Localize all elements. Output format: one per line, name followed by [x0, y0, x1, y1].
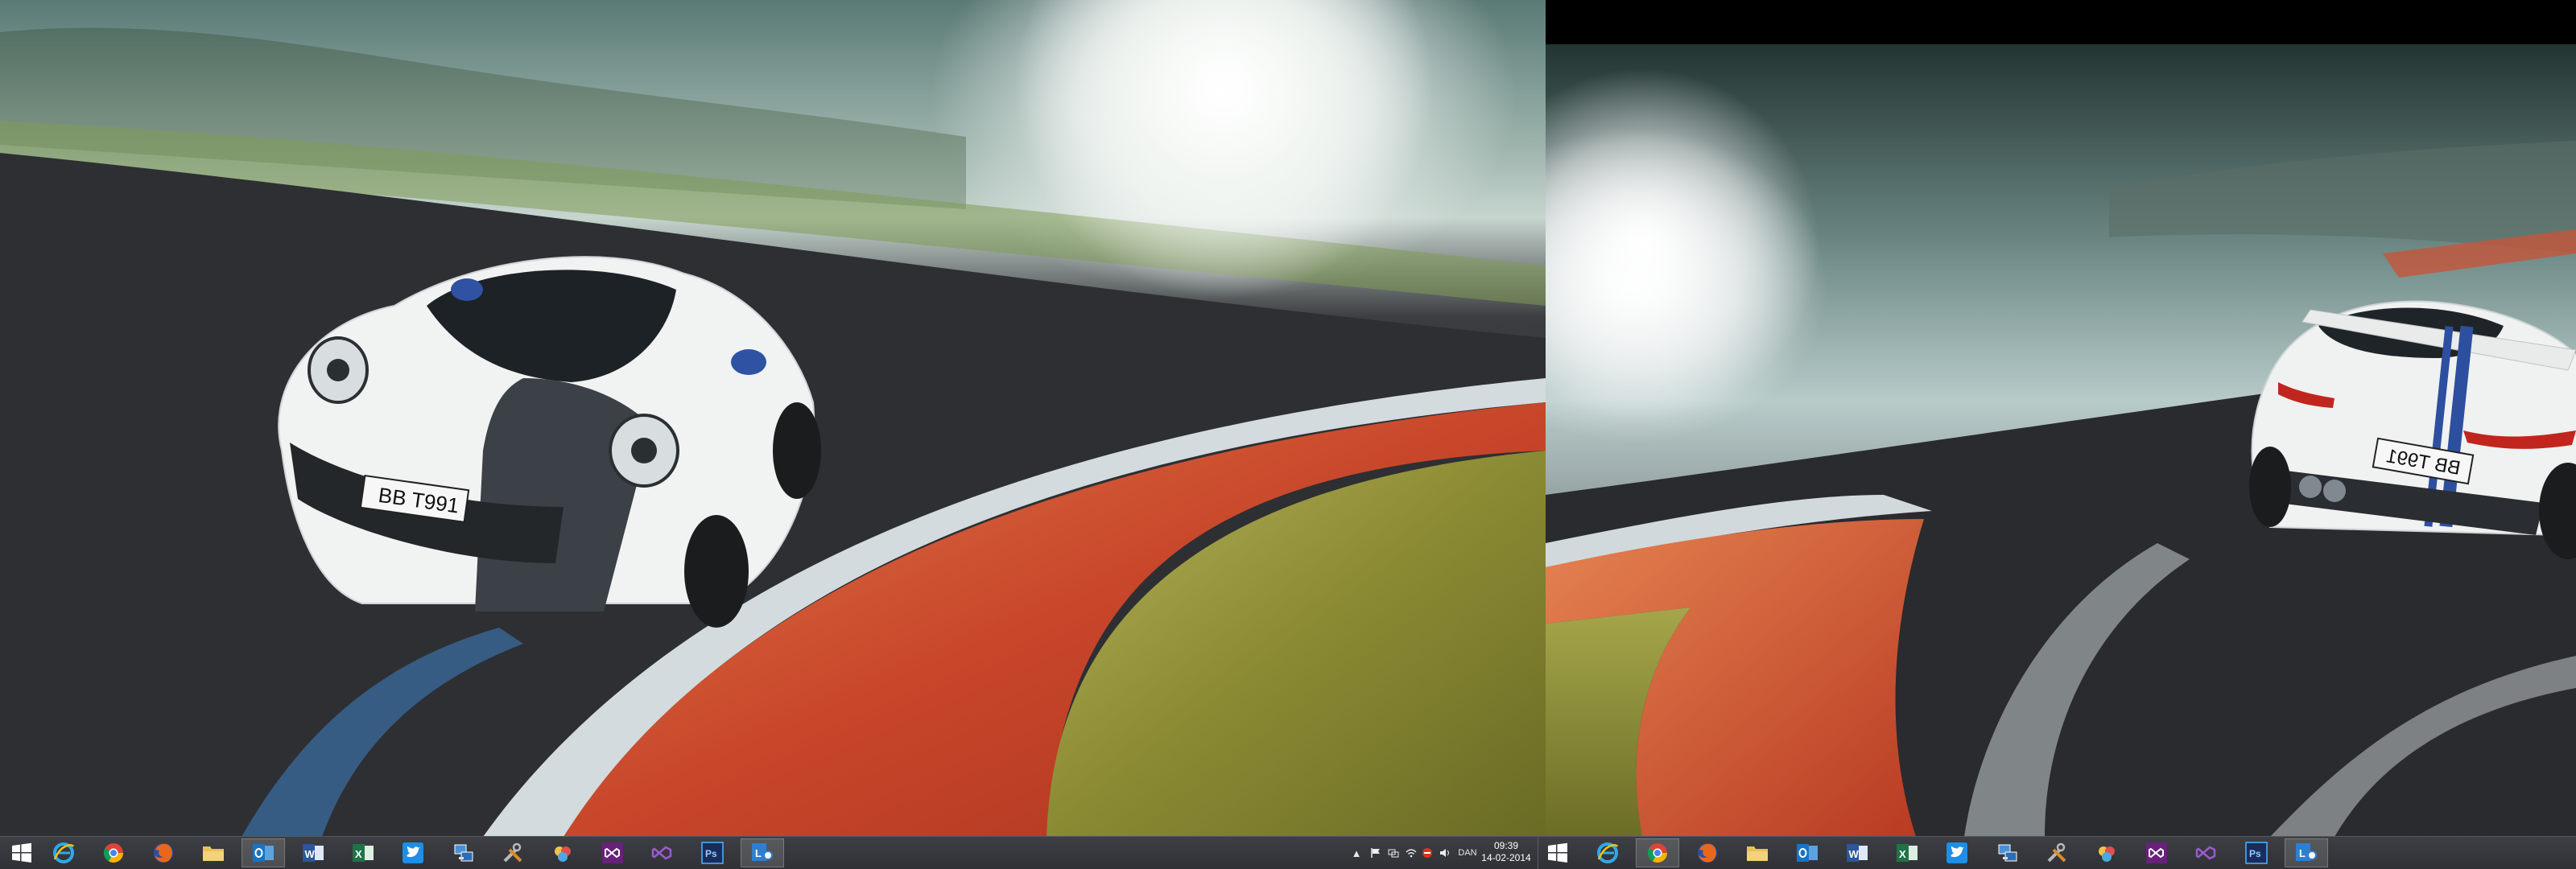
- taskbar-ie[interactable]: [42, 838, 85, 867]
- tools-icon: [2047, 842, 2066, 863]
- taskbar-chrome[interactable]: [92, 838, 135, 867]
- windows-logo-icon: [12, 842, 31, 863]
- photoshop-icon: Ps: [701, 842, 724, 864]
- photoshop-icon: Ps: [2245, 842, 2268, 864]
- windows-logo-icon: [1548, 842, 1567, 863]
- taskbar-right-outlook[interactable]: [1785, 838, 1829, 867]
- network-icon: [454, 844, 473, 862]
- taskbar-right-firefox[interactable]: [1686, 838, 1729, 867]
- taskbar-right-word[interactable]: W: [1835, 838, 1879, 867]
- start-button-right[interactable]: [1546, 838, 1579, 867]
- clock-time: 09:39: [1493, 840, 1519, 851]
- outlook-icon: [1797, 844, 1818, 862]
- twitter-icon: [1946, 842, 1967, 863]
- svg-text:X: X: [1899, 848, 1906, 860]
- firefox-icon: [154, 843, 173, 863]
- word-icon: W: [303, 844, 324, 862]
- start-button[interactable]: [0, 838, 43, 867]
- visual-studio-icon: [2146, 842, 2167, 863]
- network-tray-icon[interactable]: [1386, 837, 1401, 869]
- show-desktop-button[interactable]: [1538, 837, 1546, 869]
- taskbar-right-explorer[interactable]: [1736, 838, 1779, 867]
- volume-icon[interactable]: [1438, 837, 1452, 869]
- twitter-icon: [402, 842, 423, 863]
- taskbar-tools[interactable]: [491, 838, 535, 867]
- clock-date: 14-02-2014: [1481, 852, 1531, 863]
- taskbar-paint[interactable]: [541, 838, 584, 867]
- visual-studio-icon: [2195, 846, 2216, 860]
- taskbar-right: W X Ps L: [1546, 836, 2576, 869]
- lync-icon: L: [752, 843, 773, 861]
- outlook-icon: [253, 844, 274, 862]
- taskbar-explorer[interactable]: [192, 838, 235, 867]
- ie-icon: [53, 842, 75, 863]
- taskbar-network[interactable]: [441, 838, 485, 867]
- tools-icon: [503, 842, 522, 863]
- taskbar-visual-studio-2[interactable]: [641, 838, 684, 867]
- taskbar-firefox[interactable]: [142, 838, 185, 867]
- svg-text:Ps: Ps: [2249, 848, 2261, 859]
- visual-studio-icon: [602, 842, 623, 863]
- paint-icon: [2099, 846, 2115, 862]
- taskbar-right-ie[interactable]: [1586, 838, 1629, 867]
- folder-icon: [203, 846, 224, 861]
- wifi-icon[interactable]: [1404, 837, 1418, 869]
- right-car: BB T991: [2249, 300, 2576, 559]
- taskbar-visual-studio[interactable]: [591, 838, 634, 867]
- right-wallpaper-scene: BB T991: [1546, 68, 2576, 837]
- taskbar-right-twitter[interactable]: [1935, 838, 1979, 867]
- svg-text:W: W: [1849, 848, 1860, 860]
- chrome-icon: [1647, 843, 1667, 863]
- left-monitor: BB T991 W X Ps L ▲ DAN 09:39 14-02-2014: [0, 0, 1546, 869]
- taskbar-right-visual-studio[interactable]: [2135, 838, 2178, 867]
- no-entry-icon[interactable]: [1420, 837, 1435, 869]
- left-wallpaper: BB T991: [0, 0, 1546, 837]
- lync-icon: L: [2296, 843, 2317, 861]
- taskbar-lync[interactable]: L: [741, 838, 784, 867]
- flag-icon[interactable]: [1368, 837, 1383, 869]
- system-tray: ▲ DAN 09:39 14-02-2014: [1336, 837, 1546, 869]
- svg-text:L: L: [755, 847, 762, 859]
- word-icon: W: [1847, 844, 1868, 862]
- chrome-icon: [103, 843, 123, 863]
- firefox-icon: [1698, 843, 1717, 863]
- taskbar-twitter[interactable]: [391, 838, 435, 867]
- taskbar-right-lync[interactable]: L: [2285, 838, 2328, 867]
- taskbar-right-photoshop[interactable]: Ps: [2235, 838, 2278, 867]
- svg-text:Ps: Ps: [705, 848, 717, 859]
- paint-icon: [555, 846, 571, 862]
- svg-text:X: X: [355, 848, 362, 860]
- taskbar-right-paint[interactable]: [2085, 838, 2128, 867]
- taskbar-left: W X Ps L ▲ DAN 09:39 14-02-2014: [0, 836, 1546, 869]
- folder-icon: [1747, 846, 1768, 861]
- taskbar-photoshop[interactable]: Ps: [691, 838, 734, 867]
- right-wallpaper: BB T991: [1546, 44, 2576, 837]
- svg-text:W: W: [305, 848, 316, 860]
- taskbar-right-visual-studio-2[interactable]: [2185, 838, 2228, 867]
- excel-icon: X: [353, 844, 374, 862]
- taskbar-word[interactable]: W: [291, 838, 335, 867]
- network-icon: [1998, 844, 2017, 862]
- excel-icon: X: [1897, 844, 1918, 862]
- taskbar-right-chrome[interactable]: [1636, 838, 1679, 867]
- taskbar-right-tools[interactable]: [2035, 838, 2079, 867]
- left-wallpaper-scene: BB T991: [0, 0, 1546, 837]
- svg-text:L: L: [2299, 847, 2306, 859]
- tray-overflow-arrow-icon[interactable]: ▲: [1351, 837, 1362, 869]
- clock[interactable]: 09:39 14-02-2014: [1470, 840, 1542, 864]
- ie-icon: [1597, 842, 1619, 863]
- taskbar-right-network[interactable]: [1985, 838, 2029, 867]
- taskbar-outlook[interactable]: [242, 838, 285, 867]
- visual-studio-icon: [651, 846, 672, 860]
- taskbar-right-excel[interactable]: X: [1885, 838, 1929, 867]
- taskbar-excel[interactable]: X: [341, 838, 385, 867]
- right-monitor: BB T991 W X Ps L: [1546, 0, 2576, 869]
